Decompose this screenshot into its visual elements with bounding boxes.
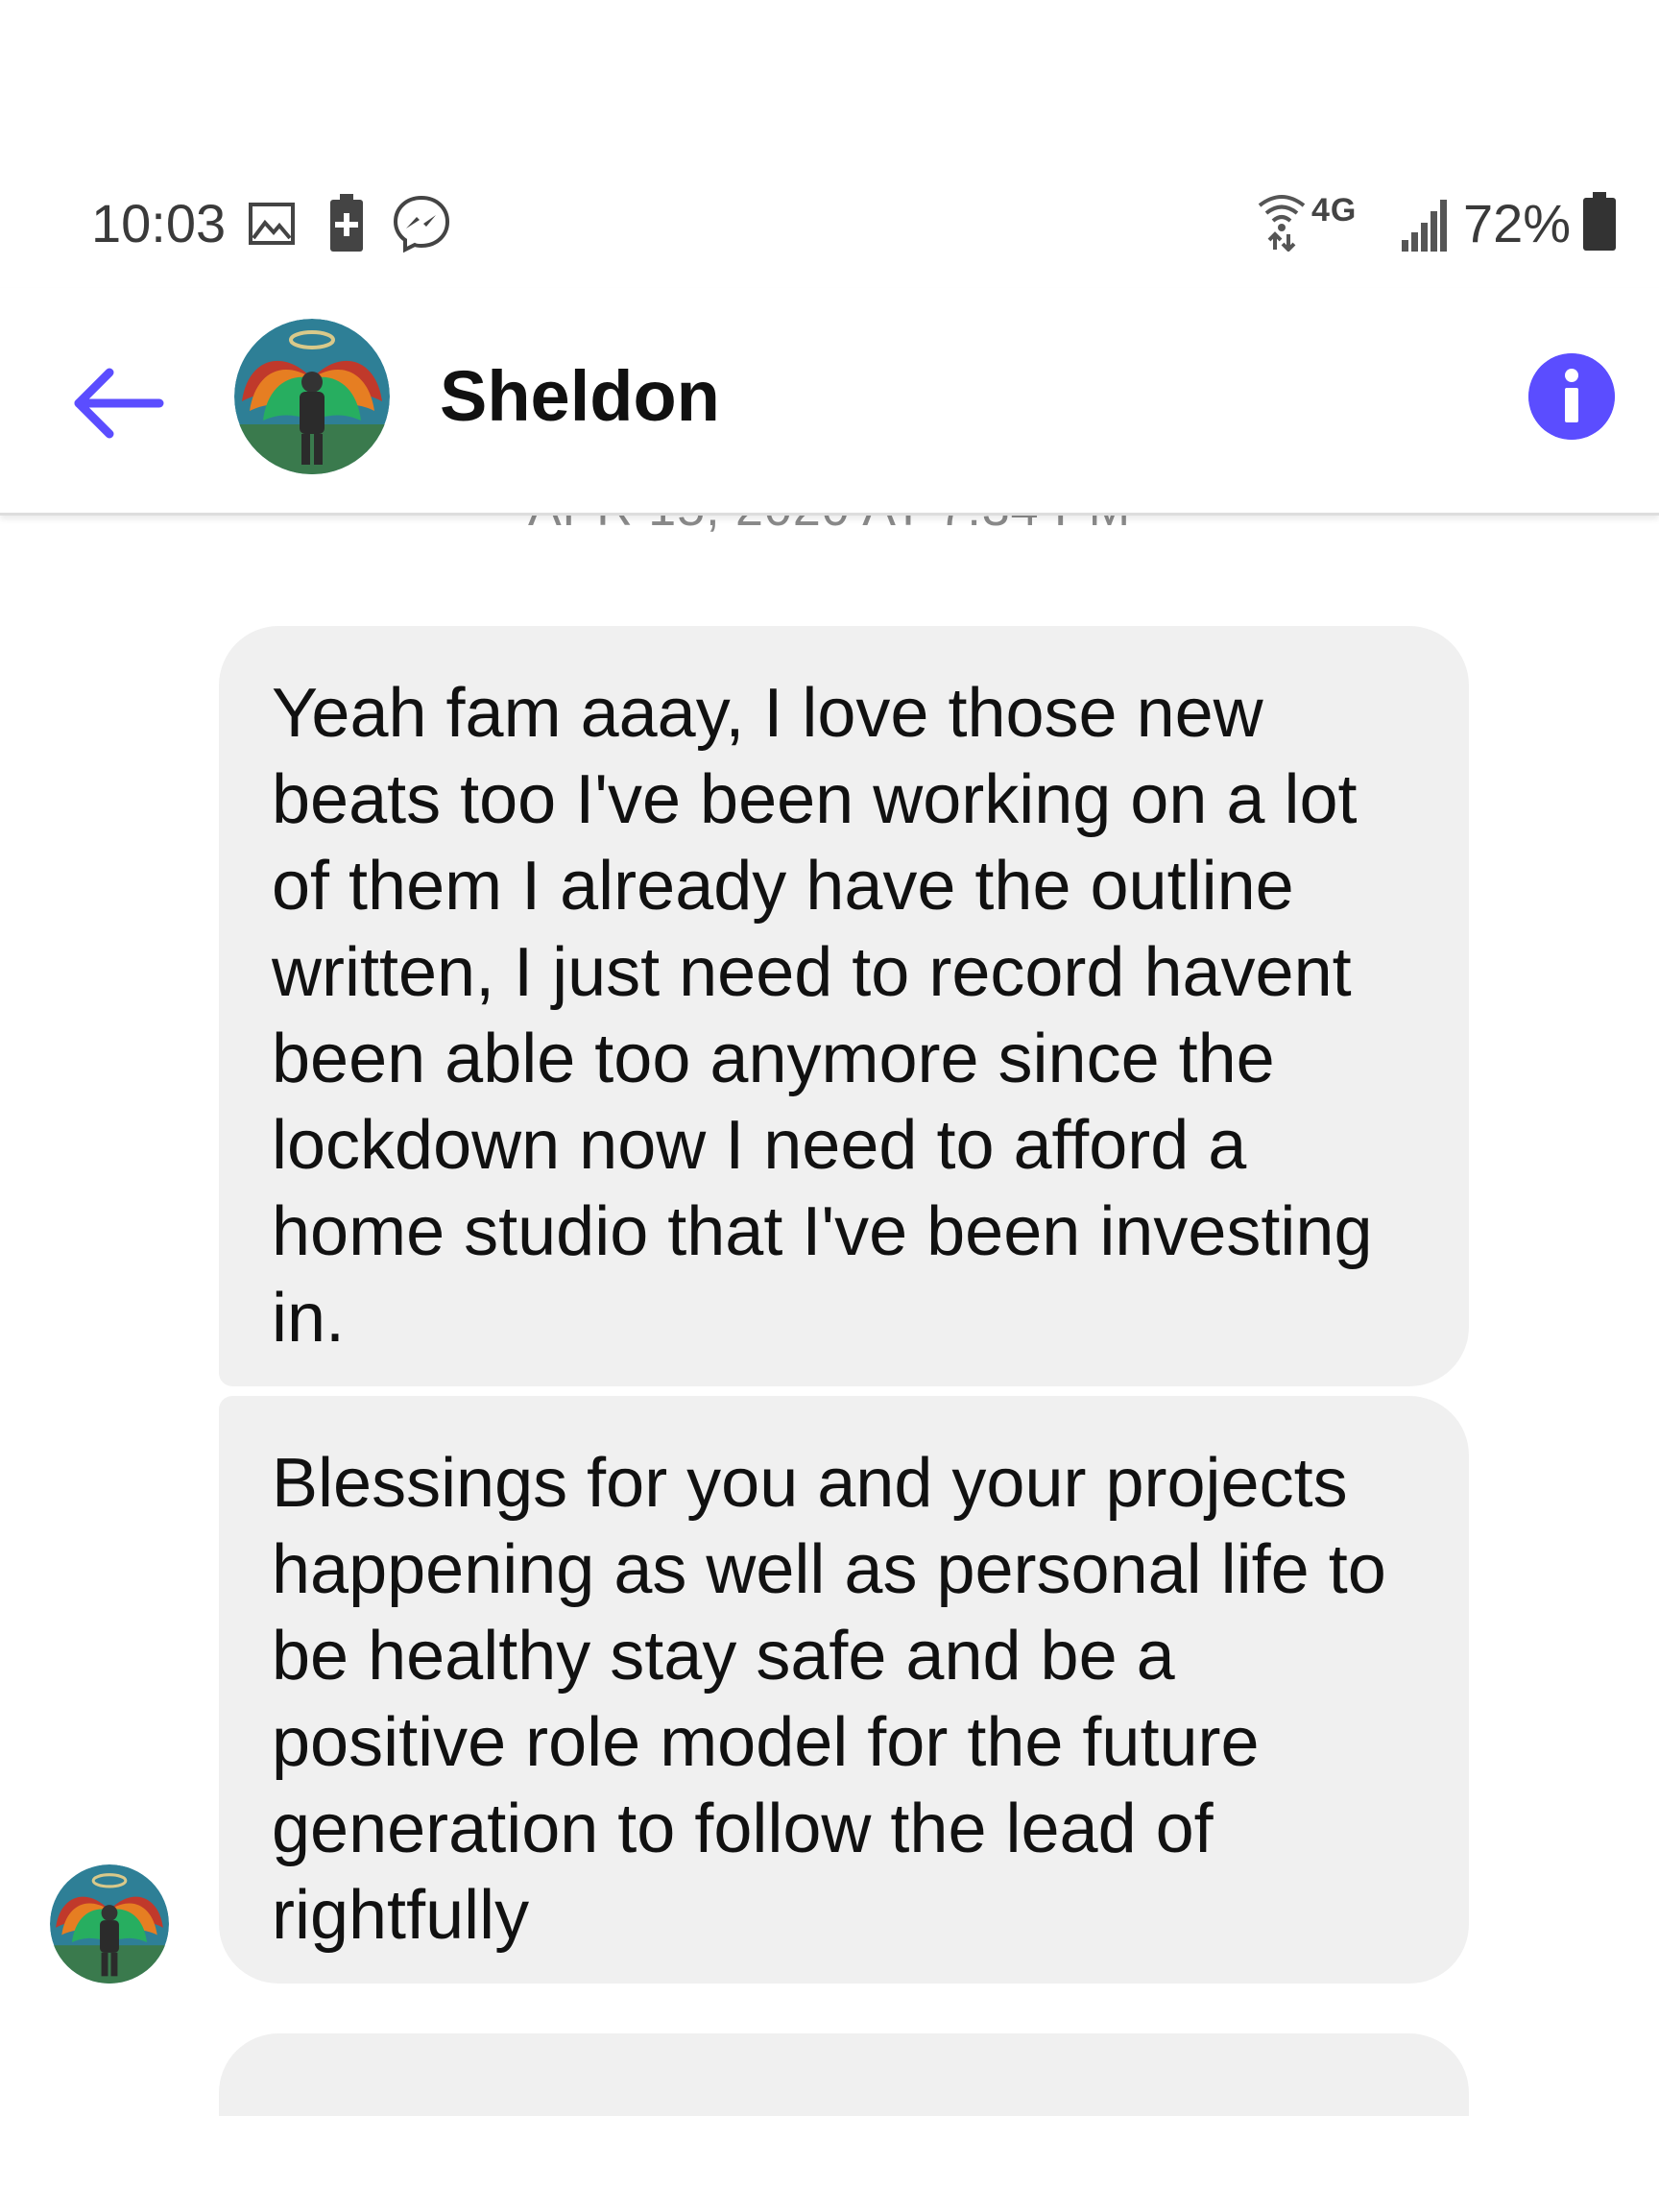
- arrow-left-icon: [74, 368, 164, 439]
- message-bubble-partial[interactable]: [219, 2033, 1469, 2116]
- conversation-header: Sheldon: [0, 288, 1659, 516]
- battery-percent: 72%: [1463, 193, 1572, 253]
- info-button[interactable]: [1528, 353, 1615, 440]
- message-bubble[interactable]: Yeah fam aaay, I love those new beats to…: [219, 626, 1469, 1386]
- contact-avatar[interactable]: [234, 319, 390, 474]
- status-bar: 10:03 4G 72%: [0, 163, 1659, 278]
- network-type-label: 4G: [1311, 192, 1358, 228]
- battery-icon: [1583, 192, 1616, 251]
- info-icon: [1528, 353, 1615, 440]
- signal-icon: [1402, 200, 1447, 252]
- gallery-icon: [249, 203, 295, 245]
- wifi-icon: [1258, 195, 1306, 252]
- message-bubble[interactable]: Blessings for you and your projects happ…: [219, 1396, 1469, 1984]
- back-button[interactable]: [67, 360, 173, 446]
- status-time: 10:03: [91, 193, 227, 253]
- battery-saver-icon: [330, 194, 363, 252]
- contact-name[interactable]: Sheldon: [440, 355, 720, 437]
- messenger-icon: [393, 195, 450, 253]
- sender-avatar[interactable]: [50, 1864, 169, 1984]
